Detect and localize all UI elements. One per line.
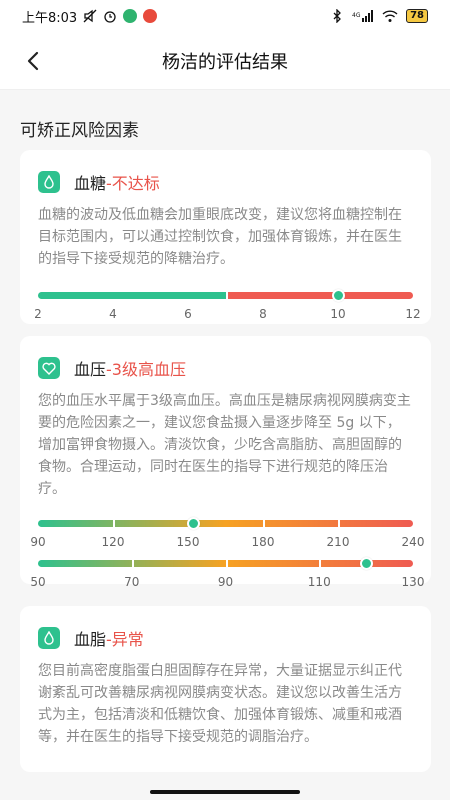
tick-label: 10 bbox=[330, 307, 346, 321]
status-right: 4G 78 bbox=[330, 8, 428, 24]
card-status: 3级高血压 bbox=[111, 360, 186, 379]
glucose-card: 血糖-不达标 血糖的波动及低血糖会加重眼底改变，建议您将血糖控制在目标范围内，可… bbox=[20, 150, 431, 324]
diastolic-scale: 50 70 90 110 130 bbox=[30, 557, 424, 596]
alarm-icon bbox=[103, 9, 117, 23]
tick-label: 12 bbox=[405, 307, 421, 321]
scale-green-segment bbox=[38, 292, 226, 299]
scale-divider bbox=[319, 560, 322, 567]
mute-icon bbox=[83, 9, 97, 23]
card-status: 不达标 bbox=[111, 174, 160, 193]
page-header: 杨洁的评估结果 bbox=[0, 32, 450, 90]
status-left: 上午8:03 bbox=[22, 7, 158, 26]
scale-divider bbox=[113, 520, 115, 527]
glucose-value-marker bbox=[332, 289, 345, 302]
systolic-scale: 90 120 150 180 210 240 bbox=[30, 517, 424, 556]
app-notification-icon bbox=[123, 9, 138, 23]
card-header: 血糖-不达标 bbox=[38, 168, 431, 196]
card-title: 血糖-不达标 bbox=[74, 170, 160, 194]
card-title-name: 血糖 bbox=[74, 174, 107, 193]
scale-divider bbox=[131, 560, 134, 567]
tick-label: 110 bbox=[307, 575, 331, 589]
scale-divider bbox=[263, 520, 265, 527]
drop-icon bbox=[38, 627, 60, 649]
tick-label: 6 bbox=[184, 307, 192, 321]
tick-label: 2 bbox=[34, 307, 42, 321]
cellular-signal-icon: 4G bbox=[352, 9, 374, 23]
heart-icon bbox=[38, 357, 60, 379]
scale-divider bbox=[338, 520, 340, 527]
card-title: 血压-3级高血压 bbox=[74, 356, 186, 380]
diastolic-value-marker bbox=[360, 557, 374, 570]
scale-red-segment bbox=[225, 292, 413, 299]
status-time: 上午8:03 bbox=[22, 10, 78, 26]
chevron-left-icon bbox=[27, 51, 39, 71]
tick-label: 90 bbox=[217, 575, 234, 589]
network-type: 4G bbox=[352, 12, 361, 19]
card-description: 血糖的波动及低血糖会加重眼底改变，建议您将血糖控制在目标范围内，可以通过控制饮食… bbox=[38, 207, 402, 267]
tick-label: 50 bbox=[30, 575, 46, 589]
card-title-name: 血脂 bbox=[74, 630, 107, 649]
section-title: 可矫正风险因素 bbox=[20, 121, 139, 141]
tick-label: 240 bbox=[401, 535, 425, 549]
status-bar: 上午8:03 4G 78 bbox=[0, 0, 450, 32]
blood-lipid-card: 血脂-异常 您目前高密度脂蛋白胆固醇存在异常，大量证据显示纠正代谢紊乱可改善糖尿… bbox=[20, 606, 431, 772]
card-description: 您目前高密度脂蛋白胆固醇存在异常，大量证据显示纠正代谢紊乱可改善糖尿病视网膜病变… bbox=[38, 663, 402, 745]
tick-label: 130 bbox=[401, 575, 425, 589]
systolic-value-marker bbox=[186, 517, 200, 530]
card-description: 您的血压水平属于3级高血压。高血压是糖尿病视网膜病变主要的危险因素之一，建议您食… bbox=[38, 393, 411, 497]
bluetooth-icon bbox=[330, 8, 344, 24]
blood-pressure-card: 血压-3级高血压 您的血压水平属于3级高血压。高血压是糖尿病视网膜病变主要的危险… bbox=[20, 336, 431, 589]
wifi-icon bbox=[382, 9, 398, 23]
main-content: 可矫正风险因素 血糖-不达标 血糖的波动及低血糖会加重眼底改变，建议您将血糖控制… bbox=[0, 90, 450, 800]
tick-label: 120 bbox=[101, 535, 125, 549]
scale-divider bbox=[225, 292, 228, 299]
card-title: 血脂-异常 bbox=[74, 626, 144, 650]
tick-label: 180 bbox=[251, 535, 275, 549]
card-header: 血压-3级高血压 bbox=[38, 354, 431, 382]
app-notification-icon bbox=[143, 9, 158, 23]
card-status: 异常 bbox=[111, 630, 144, 649]
tick-label: 70 bbox=[124, 575, 140, 589]
drop-icon bbox=[38, 171, 60, 193]
home-indicator[interactable] bbox=[150, 790, 300, 794]
back-button[interactable] bbox=[18, 46, 48, 76]
tick-label: 90 bbox=[30, 535, 46, 549]
scale-divider bbox=[225, 560, 228, 567]
card-title-name: 血压 bbox=[74, 360, 107, 379]
glucose-scale: 2 4 6 8 10 12 bbox=[34, 289, 421, 328]
page-title: 杨洁的评估结果 bbox=[162, 51, 288, 73]
tick-label: 210 bbox=[326, 535, 350, 549]
tick-label: 150 bbox=[176, 535, 200, 549]
card-header: 血脂-异常 bbox=[38, 624, 431, 652]
tick-label: 4 bbox=[109, 307, 117, 321]
tick-label: 8 bbox=[259, 307, 267, 321]
battery-indicator: 78 bbox=[406, 9, 428, 23]
systolic-scale-bar bbox=[38, 520, 413, 527]
